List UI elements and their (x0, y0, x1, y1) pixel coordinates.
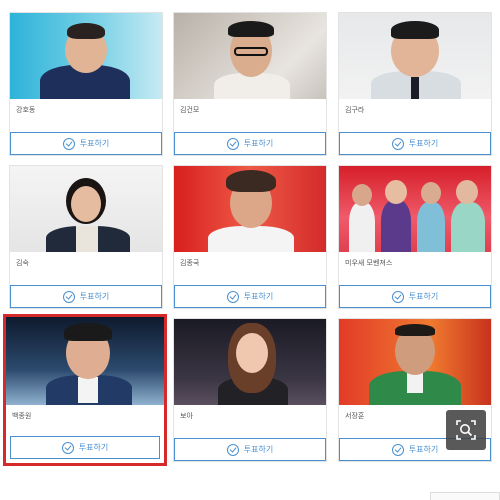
vote-button-label: 투표하기 (79, 139, 110, 148)
candidate-name: 백종원 (12, 412, 32, 420)
vote-button[interactable]: 투표하기 (10, 285, 162, 308)
candidate-card: 김구라 투표하기 (338, 12, 492, 156)
vote-button[interactable]: 투표하기 (339, 285, 491, 308)
candidate-card-selected: 백종원 투표하기 (3, 314, 167, 466)
candidate-photo (174, 13, 326, 99)
vote-button-label: 투표하기 (78, 443, 109, 452)
vote-button-label: 투표하기 (243, 139, 274, 148)
vote-button-label: 투표하기 (408, 139, 439, 148)
zoom-search-icon (456, 420, 476, 440)
candidate-name: 서장훈 (345, 412, 365, 420)
vote-button-label: 투표하기 (243, 445, 274, 454)
check-circle-icon (391, 443, 404, 456)
vote-button-label: 투표하기 (408, 445, 439, 454)
candidate-name: 보아 (180, 412, 193, 420)
candidate-card: 미우새 모벤져스 투표하기 (338, 165, 492, 309)
candidate-card: 보아 투표하기 (173, 318, 327, 462)
candidate-card: 강호동 투표하기 (9, 12, 163, 156)
candidate-name: 미우새 모벤져스 (345, 259, 393, 267)
candidate-photo (6, 317, 164, 405)
check-circle-icon (62, 137, 75, 150)
zoom-button[interactable] (446, 410, 486, 450)
candidate-card: 김건모 투표하기 (173, 12, 327, 156)
candidate-photo (10, 166, 162, 252)
candidate-photo (339, 319, 491, 405)
candidate-card: 김종국 투표하기 (173, 165, 327, 309)
vote-button[interactable]: 투표하기 (174, 285, 326, 308)
partial-element (430, 492, 500, 500)
candidate-name: 김종국 (180, 259, 200, 267)
check-circle-icon (391, 290, 404, 303)
candidate-photo (339, 166, 491, 252)
candidate-card: 김숙 투표하기 (9, 165, 163, 309)
vote-button[interactable]: 투표하기 (10, 132, 162, 155)
check-circle-icon (391, 137, 404, 150)
candidate-photo (174, 166, 326, 252)
candidate-name: 김숙 (16, 259, 29, 267)
candidate-photo (10, 13, 162, 99)
check-circle-icon (226, 443, 239, 456)
vote-button[interactable]: 투표하기 (174, 132, 326, 155)
candidate-name: 강호동 (16, 106, 36, 114)
candidate-photo (174, 319, 326, 405)
vote-button[interactable]: 투표하기 (339, 132, 491, 155)
candidate-photo (339, 13, 491, 99)
vote-button[interactable]: 투표하기 (10, 436, 160, 459)
check-circle-icon (226, 290, 239, 303)
vote-button-label: 투표하기 (243, 292, 274, 301)
candidate-name: 김구라 (345, 106, 365, 114)
vote-button[interactable]: 투표하기 (174, 438, 326, 461)
check-circle-icon (62, 290, 75, 303)
candidate-name: 김건모 (180, 106, 200, 114)
vote-button-label: 투표하기 (79, 292, 110, 301)
check-circle-icon (61, 441, 74, 454)
vote-button-label: 투표하기 (408, 292, 439, 301)
check-circle-icon (226, 137, 239, 150)
